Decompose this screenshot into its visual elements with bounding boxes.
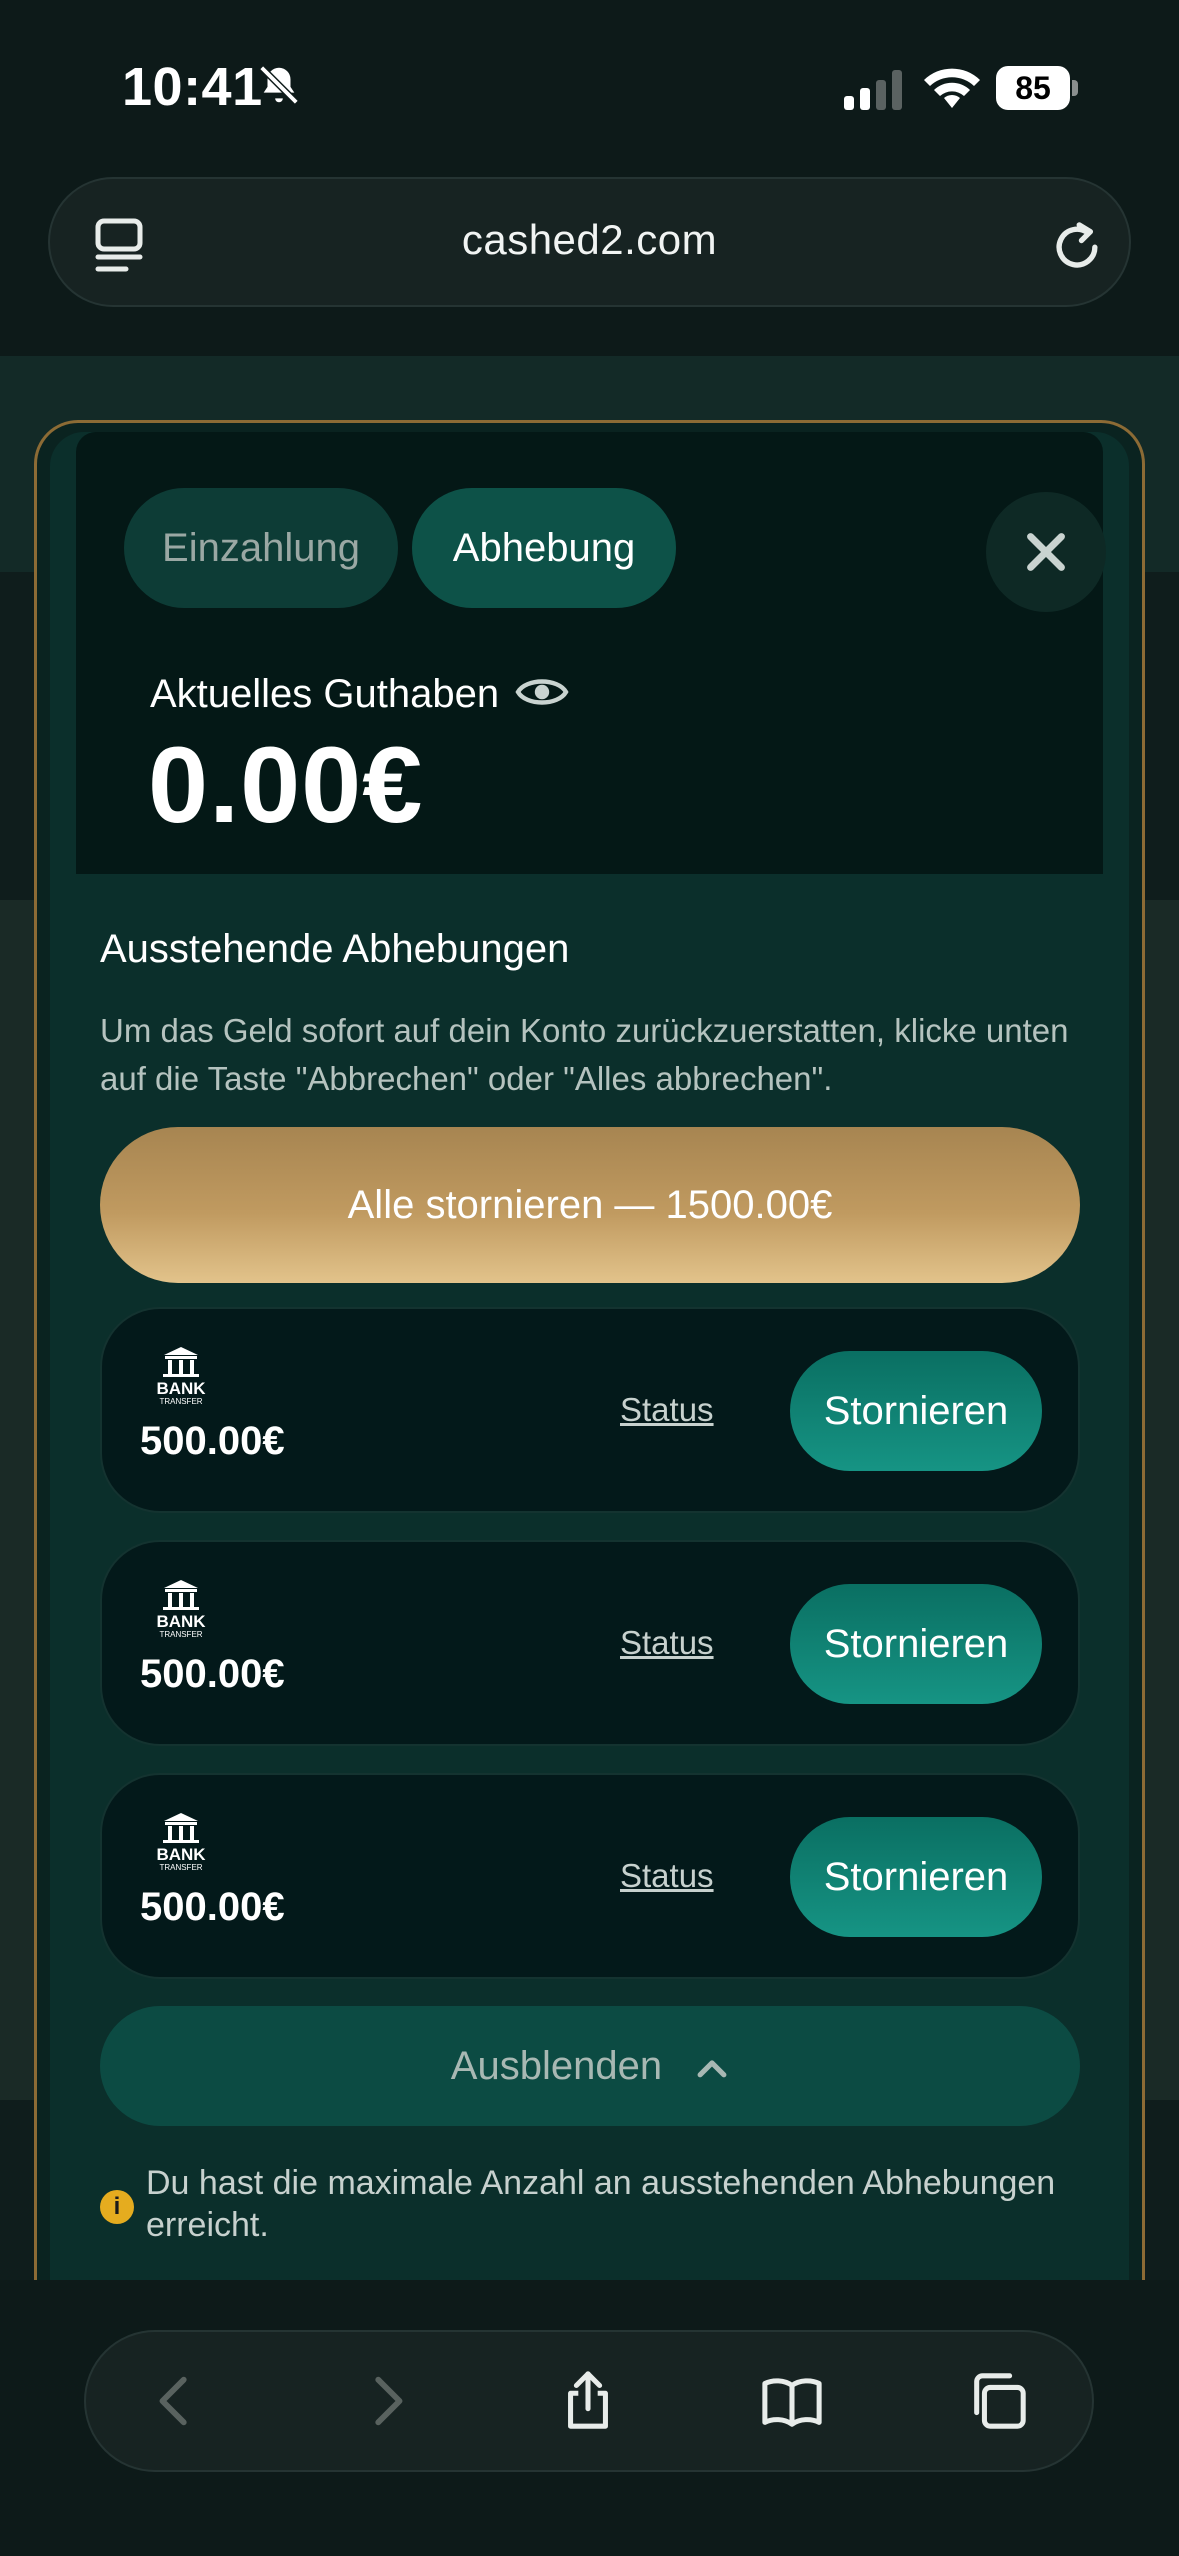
withdrawal-amount: 500.00€ — [140, 1419, 285, 1463]
pending-withdrawals-title: Ausstehende Abhebungen — [100, 927, 570, 971]
chevron-up-icon — [697, 2060, 727, 2078]
info-message: Du hast die maximale Anzahl an ausstehen… — [146, 2164, 1056, 2244]
info-icon: i — [100, 2190, 134, 2224]
eye-icon[interactable] — [514, 670, 570, 714]
cancel-withdrawal-button[interactable]: Stornieren — [790, 1351, 1042, 1471]
pending-withdrawals-description: Um das Geld sofort auf dein Konto zurück… — [100, 1012, 1069, 1097]
balance-value: 0.00€ — [148, 724, 424, 845]
bank-transfer-icon: BANK TRANSFER — [156, 1580, 206, 1639]
tab-withdraw[interactable]: Abhebung — [412, 488, 676, 608]
bank-transfer-icon: BANK TRANSFER — [156, 1347, 206, 1406]
forward-icon[interactable] — [354, 2370, 418, 2432]
tab-deposit[interactable]: Einzahlung — [124, 488, 398, 608]
bookmarks-icon[interactable] — [760, 2370, 824, 2432]
withdrawal-amount: 500.00€ — [140, 1885, 285, 1929]
balance-panel: Einzahlung Abhebung Aktuelles Guthaben 0… — [76, 432, 1106, 874]
bank-logo-text: BANK — [156, 1379, 206, 1398]
withdrawal-amount: 500.00€ — [140, 1652, 285, 1696]
withdrawal-item: BANK TRANSFER 500.00€ Status Stornieren — [100, 1307, 1080, 1513]
battery-level: 85 — [996, 66, 1070, 110]
withdrawal-item: BANK TRANSFER 500.00€ Status Stornieren — [100, 1773, 1080, 1979]
reload-icon[interactable] — [1050, 216, 1104, 274]
withdrawal-item: BANK TRANSFER 500.00€ Status Stornieren — [100, 1540, 1080, 1746]
cellular-signal-icon — [844, 70, 902, 110]
cancel-all-button[interactable]: Alle stornieren — 1500.00€ — [100, 1127, 1080, 1283]
balance-label: Aktuelles Guthaben — [150, 672, 500, 716]
wallet-modal: Einzahlung Abhebung Aktuelles Guthaben 0… — [50, 432, 1129, 2280]
status-link[interactable]: Status — [620, 1624, 714, 1662]
bank-logo-subtext: TRANSFER — [159, 1863, 202, 1872]
bank-logo-subtext: TRANSFER — [159, 1397, 202, 1406]
url-text[interactable]: cashed2.com — [0, 216, 1179, 264]
status-time: 10:41 — [122, 57, 263, 117]
bank-logo-subtext: TRANSFER — [159, 1630, 202, 1639]
bell-muted-icon — [259, 65, 299, 105]
hide-button[interactable]: Ausblenden — [100, 2006, 1080, 2126]
cancel-withdrawal-button[interactable]: Stornieren — [790, 1584, 1042, 1704]
bank-logo-text: BANK — [156, 1845, 206, 1864]
battery-indicator: 85 — [996, 66, 1078, 110]
bank-logo-text: BANK — [156, 1612, 206, 1631]
hide-button-label: Ausblenden — [450, 2044, 663, 2088]
background-edge-right — [1139, 900, 1179, 2100]
battery-nub — [1072, 80, 1078, 96]
status-link[interactable]: Status — [620, 1857, 714, 1895]
back-icon[interactable] — [144, 2370, 208, 2432]
bank-transfer-icon: BANK TRANSFER — [156, 1813, 206, 1872]
close-button[interactable] — [986, 492, 1106, 612]
status-link[interactable]: Status — [620, 1391, 714, 1429]
cancel-withdrawal-button[interactable]: Stornieren — [790, 1817, 1042, 1937]
share-icon[interactable] — [556, 2370, 620, 2432]
wifi-icon — [924, 68, 980, 108]
tabs-icon[interactable] — [966, 2370, 1030, 2432]
close-icon — [1027, 533, 1065, 571]
